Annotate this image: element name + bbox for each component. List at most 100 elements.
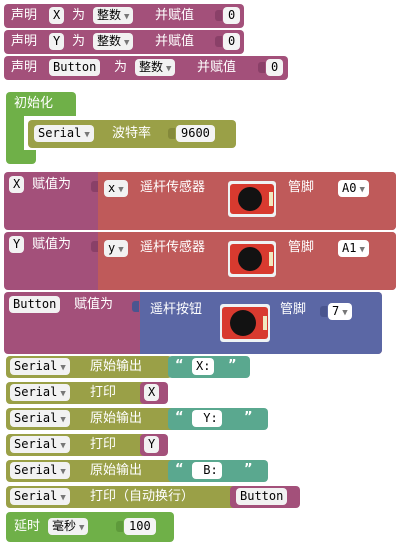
setup-block-spine	[6, 114, 24, 152]
type-dropdown-value: 整数	[97, 34, 122, 48]
text-block[interactable]: “ B: ”	[168, 460, 268, 482]
variable-name-field[interactable]: X	[9, 176, 25, 193]
serial-port-dropdown[interactable]: Serial ▼	[10, 384, 70, 401]
chevron-down-icon: ▼	[124, 12, 130, 22]
text-block[interactable]: “ Y: ”	[168, 408, 268, 430]
serial-port-value: Serial	[38, 126, 82, 140]
assign-to-label: 赋值为	[32, 237, 72, 252]
serial-begin-block[interactable]: Serial ▼ 波特率 9600	[28, 120, 236, 148]
chevron-down-icon: ▼	[79, 523, 85, 533]
variable-name-field[interactable]: Button	[236, 488, 288, 505]
pin-label: 管脚	[288, 240, 315, 255]
serial-port-dropdown[interactable]: Serial ▼	[10, 410, 70, 427]
input-socket	[168, 128, 175, 139]
variable-name-field[interactable]: Button	[9, 296, 61, 313]
serial-print-block[interactable]: Serial ▼ 打印	[6, 434, 146, 456]
input-socket	[320, 306, 327, 317]
declare-block-x[interactable]: 声明 X 为 整数 ▼ 并赋值 0	[4, 4, 244, 28]
quote-close: ”	[228, 358, 237, 373]
delay-unit-dropdown[interactable]: 毫秒 ▼	[48, 518, 89, 535]
baud-rate-field[interactable]: 9600	[176, 125, 215, 142]
variable-name-field[interactable]: X	[144, 384, 160, 401]
joystick-sensor-block-x[interactable]: x ▼ 遥杆传感器 管脚 A0 ▼	[98, 172, 396, 230]
setup-block-bottom	[6, 150, 36, 164]
declare-block-y[interactable]: 声明 Y 为 整数 ▼ 并赋值 0	[4, 30, 244, 54]
serial-port-dropdown[interactable]: Serial ▼	[10, 436, 70, 453]
variable-name-field[interactable]: Y	[49, 33, 65, 50]
value-field[interactable]: 0	[223, 33, 241, 50]
setup-title: 初始化	[14, 96, 54, 111]
assign-block-x[interactable]: X 赋值为 x ▼ 遥杆传感器 管脚 A0 ▼	[4, 172, 396, 230]
chevron-down-icon: ▼	[60, 363, 66, 373]
input-socket	[91, 241, 98, 252]
variable-name-field[interactable]: Y	[9, 236, 25, 253]
serial-port-dropdown[interactable]: Serial ▼	[10, 462, 70, 479]
serial-port-dropdown[interactable]: Serial ▼	[34, 125, 94, 142]
serial-port-value: Serial	[14, 359, 58, 373]
joystick-sensor-block-y[interactable]: y ▼ 遥杆传感器 管脚 A1 ▼	[98, 232, 396, 290]
setup-block-top[interactable]: 初始化	[6, 92, 76, 116]
pin-value: A1	[342, 241, 357, 255]
declare-keyword: 声明	[11, 8, 38, 23]
chevron-down-icon: ▼	[118, 185, 124, 195]
chevron-down-icon: ▼	[60, 441, 66, 451]
baud-label: 波特率	[112, 126, 152, 141]
joystick-button-block[interactable]: 遥杆按钮 管脚 7 ▼	[140, 292, 382, 354]
type-dropdown[interactable]: 整数 ▼	[135, 59, 176, 76]
serial-port-dropdown[interactable]: Serial ▼	[10, 488, 70, 505]
delay-unit-value: 毫秒	[52, 519, 77, 533]
text-value-field[interactable]: X:	[192, 358, 215, 375]
sensor-label: 遥杆传感器	[140, 240, 206, 255]
type-dropdown[interactable]: 整数 ▼	[93, 33, 134, 50]
declare-block-button[interactable]: 声明 Button 为 整数 ▼ 并赋值 0	[4, 56, 288, 80]
serial-port-value: Serial	[14, 385, 58, 399]
serial-write-block[interactable]: Serial ▼ 原始输出	[6, 460, 178, 482]
pin-dropdown[interactable]: A1 ▼	[338, 240, 369, 257]
variable-name-field[interactable]: X	[49, 7, 65, 24]
axis-dropdown[interactable]: y ▼	[104, 240, 128, 257]
action-label: 打印	[90, 437, 117, 452]
chevron-down-icon: ▼	[60, 389, 66, 399]
type-dropdown-value: 整数	[97, 8, 122, 22]
variable-name-field[interactable]: Y	[144, 436, 160, 453]
declare-keyword: 声明	[11, 60, 38, 75]
chevron-down-icon: ▼	[359, 185, 365, 195]
value-field[interactable]: 0	[266, 59, 284, 76]
pin-dropdown[interactable]: A0 ▼	[338, 180, 369, 197]
action-label: 打印（自动换行）	[90, 489, 195, 504]
variable-name-field[interactable]: Button	[49, 59, 101, 76]
pin-label: 管脚	[280, 302, 307, 317]
axis-dropdown[interactable]: x ▼	[104, 180, 128, 197]
chevron-down-icon: ▼	[60, 493, 66, 503]
delay-block[interactable]: 延时 毫秒 ▼ 100	[6, 512, 174, 542]
variable-reporter[interactable]: X	[140, 382, 168, 404]
declare-keyword: 声明	[11, 34, 38, 49]
axis-value: x	[108, 181, 116, 195]
serial-write-block[interactable]: Serial ▼ 原始输出	[6, 408, 178, 430]
text-value-field[interactable]: Y:	[192, 410, 222, 427]
pin-dropdown[interactable]: 7 ▼	[328, 303, 352, 320]
assign-block-y[interactable]: Y 赋值为 y ▼ 遥杆传感器 管脚 A1 ▼	[4, 232, 396, 290]
serial-port-value: Serial	[14, 489, 58, 503]
serial-write-block[interactable]: Serial ▼ 原始输出	[6, 356, 172, 378]
serial-port-dropdown[interactable]: Serial ▼	[10, 358, 70, 375]
pin-value: 7	[332, 304, 340, 318]
joystick-module-icon	[228, 181, 276, 217]
serial-println-block[interactable]: Serial ▼ 打印（自动换行）	[6, 486, 238, 508]
text-value-field[interactable]: B:	[192, 462, 222, 479]
value-field[interactable]: 0	[223, 7, 241, 24]
delay-value-field[interactable]: 100	[124, 518, 156, 535]
chevron-down-icon: ▼	[166, 64, 172, 74]
variable-reporter[interactable]: Button	[230, 486, 300, 508]
chevron-down-icon: ▼	[84, 130, 90, 140]
text-block[interactable]: “ X: ”	[168, 356, 250, 378]
chevron-down-icon: ▼	[359, 245, 365, 255]
sensor-label: 遥杆按钮	[150, 302, 203, 317]
chevron-down-icon: ▼	[118, 245, 124, 255]
declare-as-label: 为	[114, 60, 128, 75]
type-dropdown[interactable]: 整数 ▼	[93, 7, 134, 24]
assign-block-button[interactable]: Button 赋值为 遥杆按钮 管脚 7 ▼	[4, 292, 382, 354]
serial-print-block[interactable]: Serial ▼ 打印	[6, 382, 146, 404]
quote-close: ”	[244, 462, 253, 477]
variable-reporter[interactable]: Y	[140, 434, 168, 456]
